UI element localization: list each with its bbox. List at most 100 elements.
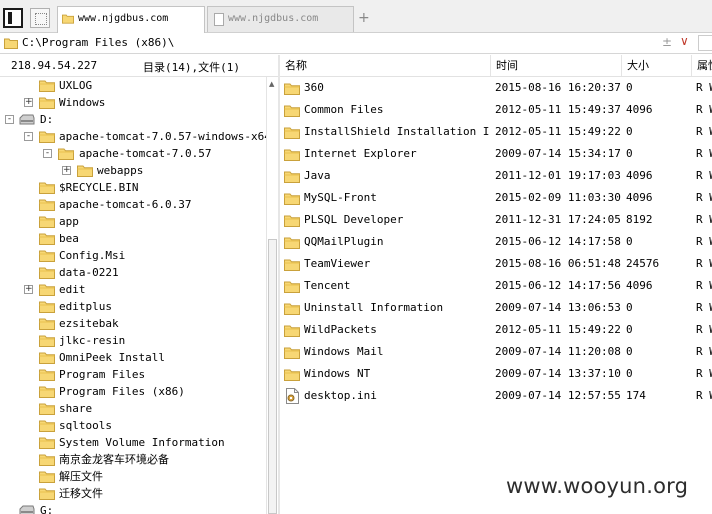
tree-item-label: apache-tomcat-7.0.57-windows-x64 xyxy=(59,130,266,143)
folder-icon xyxy=(284,215,300,227)
tree-item-folder[interactable]: - apache-tomcat-7.0.57 xyxy=(0,145,266,162)
tree-item-folder[interactable]: share xyxy=(0,400,266,417)
tree-item-folder[interactable]: Program Files (x86) xyxy=(0,383,266,400)
tree-scrollbar[interactable]: ▲ xyxy=(266,77,278,514)
collapse-icon[interactable]: - xyxy=(5,115,14,124)
column-time[interactable]: 时间 xyxy=(491,55,622,76)
tree-item-folder[interactable]: Program Files xyxy=(0,366,266,383)
file-row-folder[interactable]: Internet Explorer 2009-07-14 15:34:17 0 R W xyxy=(280,143,712,165)
plus-minus-icon[interactable]: ± xyxy=(662,35,672,49)
new-tab-button[interactable]: + xyxy=(358,10,370,26)
tree-item-drive[interactable]: - D: xyxy=(0,111,266,128)
tree-status-bar: 218.94.54.227 目录(14),文件(1) xyxy=(0,55,278,77)
ini-file-icon xyxy=(286,388,299,404)
file-row-folder[interactable]: Windows Mail 2009-07-14 11:20:08 0 R W xyxy=(280,341,712,363)
folder-icon xyxy=(284,325,300,337)
file-row-folder[interactable]: InstallShield Installation I... 2012-05-1… xyxy=(280,121,712,143)
address-bar: C:\Program Files (x86)\ ± ∨ xyxy=(0,33,712,54)
file-size: 174 xyxy=(626,389,646,402)
tree-item-label: Program Files (x86) xyxy=(59,385,185,398)
column-size[interactable]: 大小 xyxy=(622,55,692,76)
folder-icon xyxy=(284,193,300,205)
tree-item-folder[interactable]: jlkc-resin xyxy=(0,332,266,349)
column-name[interactable]: 名称 xyxy=(280,55,491,76)
tree-item-folder[interactable]: + edit xyxy=(0,281,266,298)
file-attr: R W xyxy=(696,103,712,116)
collapse-icon[interactable]: - xyxy=(24,132,33,141)
tree-item-folder[interactable]: bea xyxy=(0,230,266,247)
tab-inactive[interactable]: www.njgdbus.com xyxy=(207,6,354,32)
tree-item-folder[interactable]: sqltools xyxy=(0,417,266,434)
file-time: 2009-07-14 15:34:17 xyxy=(495,147,621,160)
file-row-folder[interactable]: MySQL-Front 2015-02-09 11:03:30 4096 R W xyxy=(280,187,712,209)
file-row-folder[interactable]: WildPackets 2012-05-11 15:49:22 0 R W xyxy=(280,319,712,341)
file-row-folder[interactable]: Tencent 2015-06-12 14:17:56 4096 R W xyxy=(280,275,712,297)
tree-item-folder[interactable]: + Windows xyxy=(0,94,266,111)
column-attr[interactable]: 属性 xyxy=(692,55,712,76)
folder-icon xyxy=(284,105,300,117)
folder-icon xyxy=(39,369,55,381)
tab-label: www.njgdbus.com xyxy=(78,13,169,24)
tree-item-folder[interactable]: 迁移文件 xyxy=(0,485,266,502)
chevron-down-icon[interactable]: ∨ xyxy=(680,34,689,48)
expand-icon[interactable]: + xyxy=(62,166,71,175)
tree-item-label: sqltools xyxy=(59,419,112,432)
tree-item-folder[interactable]: 解压文件 xyxy=(0,468,266,485)
folder-icon xyxy=(77,165,93,177)
tree-item-folder[interactable]: 南京金龙客车环境必备 xyxy=(0,451,266,468)
folder-icon xyxy=(39,386,55,398)
file-attr: R W xyxy=(696,301,712,314)
file-size: 24576 xyxy=(626,257,660,270)
file-attr: R W xyxy=(696,389,712,402)
tree-item-folder[interactable]: UXLOG xyxy=(0,77,266,94)
panel-toggle-icon[interactable] xyxy=(3,8,23,28)
tree-item-folder[interactable]: - apache-tomcat-7.0.57-windows-x64 xyxy=(0,128,266,145)
tree-item-folder[interactable]: Config.Msi xyxy=(0,247,266,264)
folder-icon xyxy=(284,259,300,271)
tree-item-folder[interactable]: OmniPeek Install xyxy=(0,349,266,366)
collapse-icon[interactable]: - xyxy=(43,149,52,158)
file-row-folder[interactable]: TeamViewer 2015-08-16 06:51:48 24576 R W xyxy=(280,253,712,275)
file-row-folder[interactable]: 360 2015-08-16 16:20:37 0 R W xyxy=(280,77,712,99)
tree-item-folder[interactable]: editplus xyxy=(0,298,266,315)
file-row-folder[interactable]: Java 2011-12-01 19:17:03 4096 R W xyxy=(280,165,712,187)
file-size: 0 xyxy=(626,323,633,336)
file-row-file[interactable]: desktop.ini 2009-07-14 12:57:55 174 R W xyxy=(280,385,712,407)
folder-icon xyxy=(39,97,55,109)
tree-item-label: 解压文件 xyxy=(59,470,103,483)
tree-item-folder[interactable]: System Volume Information xyxy=(0,434,266,451)
folder-icon xyxy=(39,80,55,92)
expand-icon[interactable]: + xyxy=(24,285,33,294)
scroll-up-icon[interactable]: ▲ xyxy=(269,80,274,88)
file-attr: R W xyxy=(696,125,712,138)
file-name: Java xyxy=(304,169,331,182)
dir-file-count: 目录(14),文件(1) xyxy=(143,61,240,74)
expand-icon[interactable]: + xyxy=(24,98,33,107)
scroll-thumb[interactable] xyxy=(268,239,277,514)
address-input[interactable]: C:\Program Files (x86)\ xyxy=(22,36,174,49)
file-name: Common Files xyxy=(304,103,384,116)
tree-item-label: apache-tomcat-7.0.57 xyxy=(79,147,212,160)
folder-icon xyxy=(284,237,300,249)
tree-item-folder[interactable]: apache-tomcat-6.0.37 xyxy=(0,196,266,213)
file-size: 0 xyxy=(626,235,633,248)
file-time: 2015-06-12 14:17:58 xyxy=(495,235,621,248)
tree-item-folder[interactable]: data-0221 xyxy=(0,264,266,281)
tree-item-folder[interactable]: + webapps xyxy=(0,162,266,179)
folder-icon xyxy=(39,216,55,228)
tree-item-folder[interactable]: ezsitebak xyxy=(0,315,266,332)
file-row-folder[interactable]: Uninstall Information 2009-07-14 13:06:53… xyxy=(280,297,712,319)
address-side-button[interactable] xyxy=(698,35,712,51)
file-name: desktop.ini xyxy=(304,389,377,402)
file-name: TeamViewer xyxy=(304,257,371,270)
tree-item-folder[interactable]: app xyxy=(0,213,266,230)
multi-window-icon[interactable] xyxy=(30,8,50,28)
tab-active[interactable]: www.njgdbus.com xyxy=(57,6,205,33)
tree-item-folder[interactable]: $RECYCLE.BIN xyxy=(0,179,266,196)
tree-item-drive[interactable]: G: xyxy=(0,502,266,514)
file-row-folder[interactable]: PLSQL Developer 2011-12-31 17:24:05 8192 R … xyxy=(280,209,712,231)
file-row-folder[interactable]: Windows NT 2009-07-14 13:37:10 0 R W xyxy=(280,363,712,385)
file-row-folder[interactable]: Common Files 2012-05-11 15:49:37 4096 R W xyxy=(280,99,712,121)
file-row-folder[interactable]: QQMailPlugin 2015-06-12 14:17:58 0 R W xyxy=(280,231,712,253)
file-time: 2012-05-11 15:49:37 xyxy=(495,103,621,116)
